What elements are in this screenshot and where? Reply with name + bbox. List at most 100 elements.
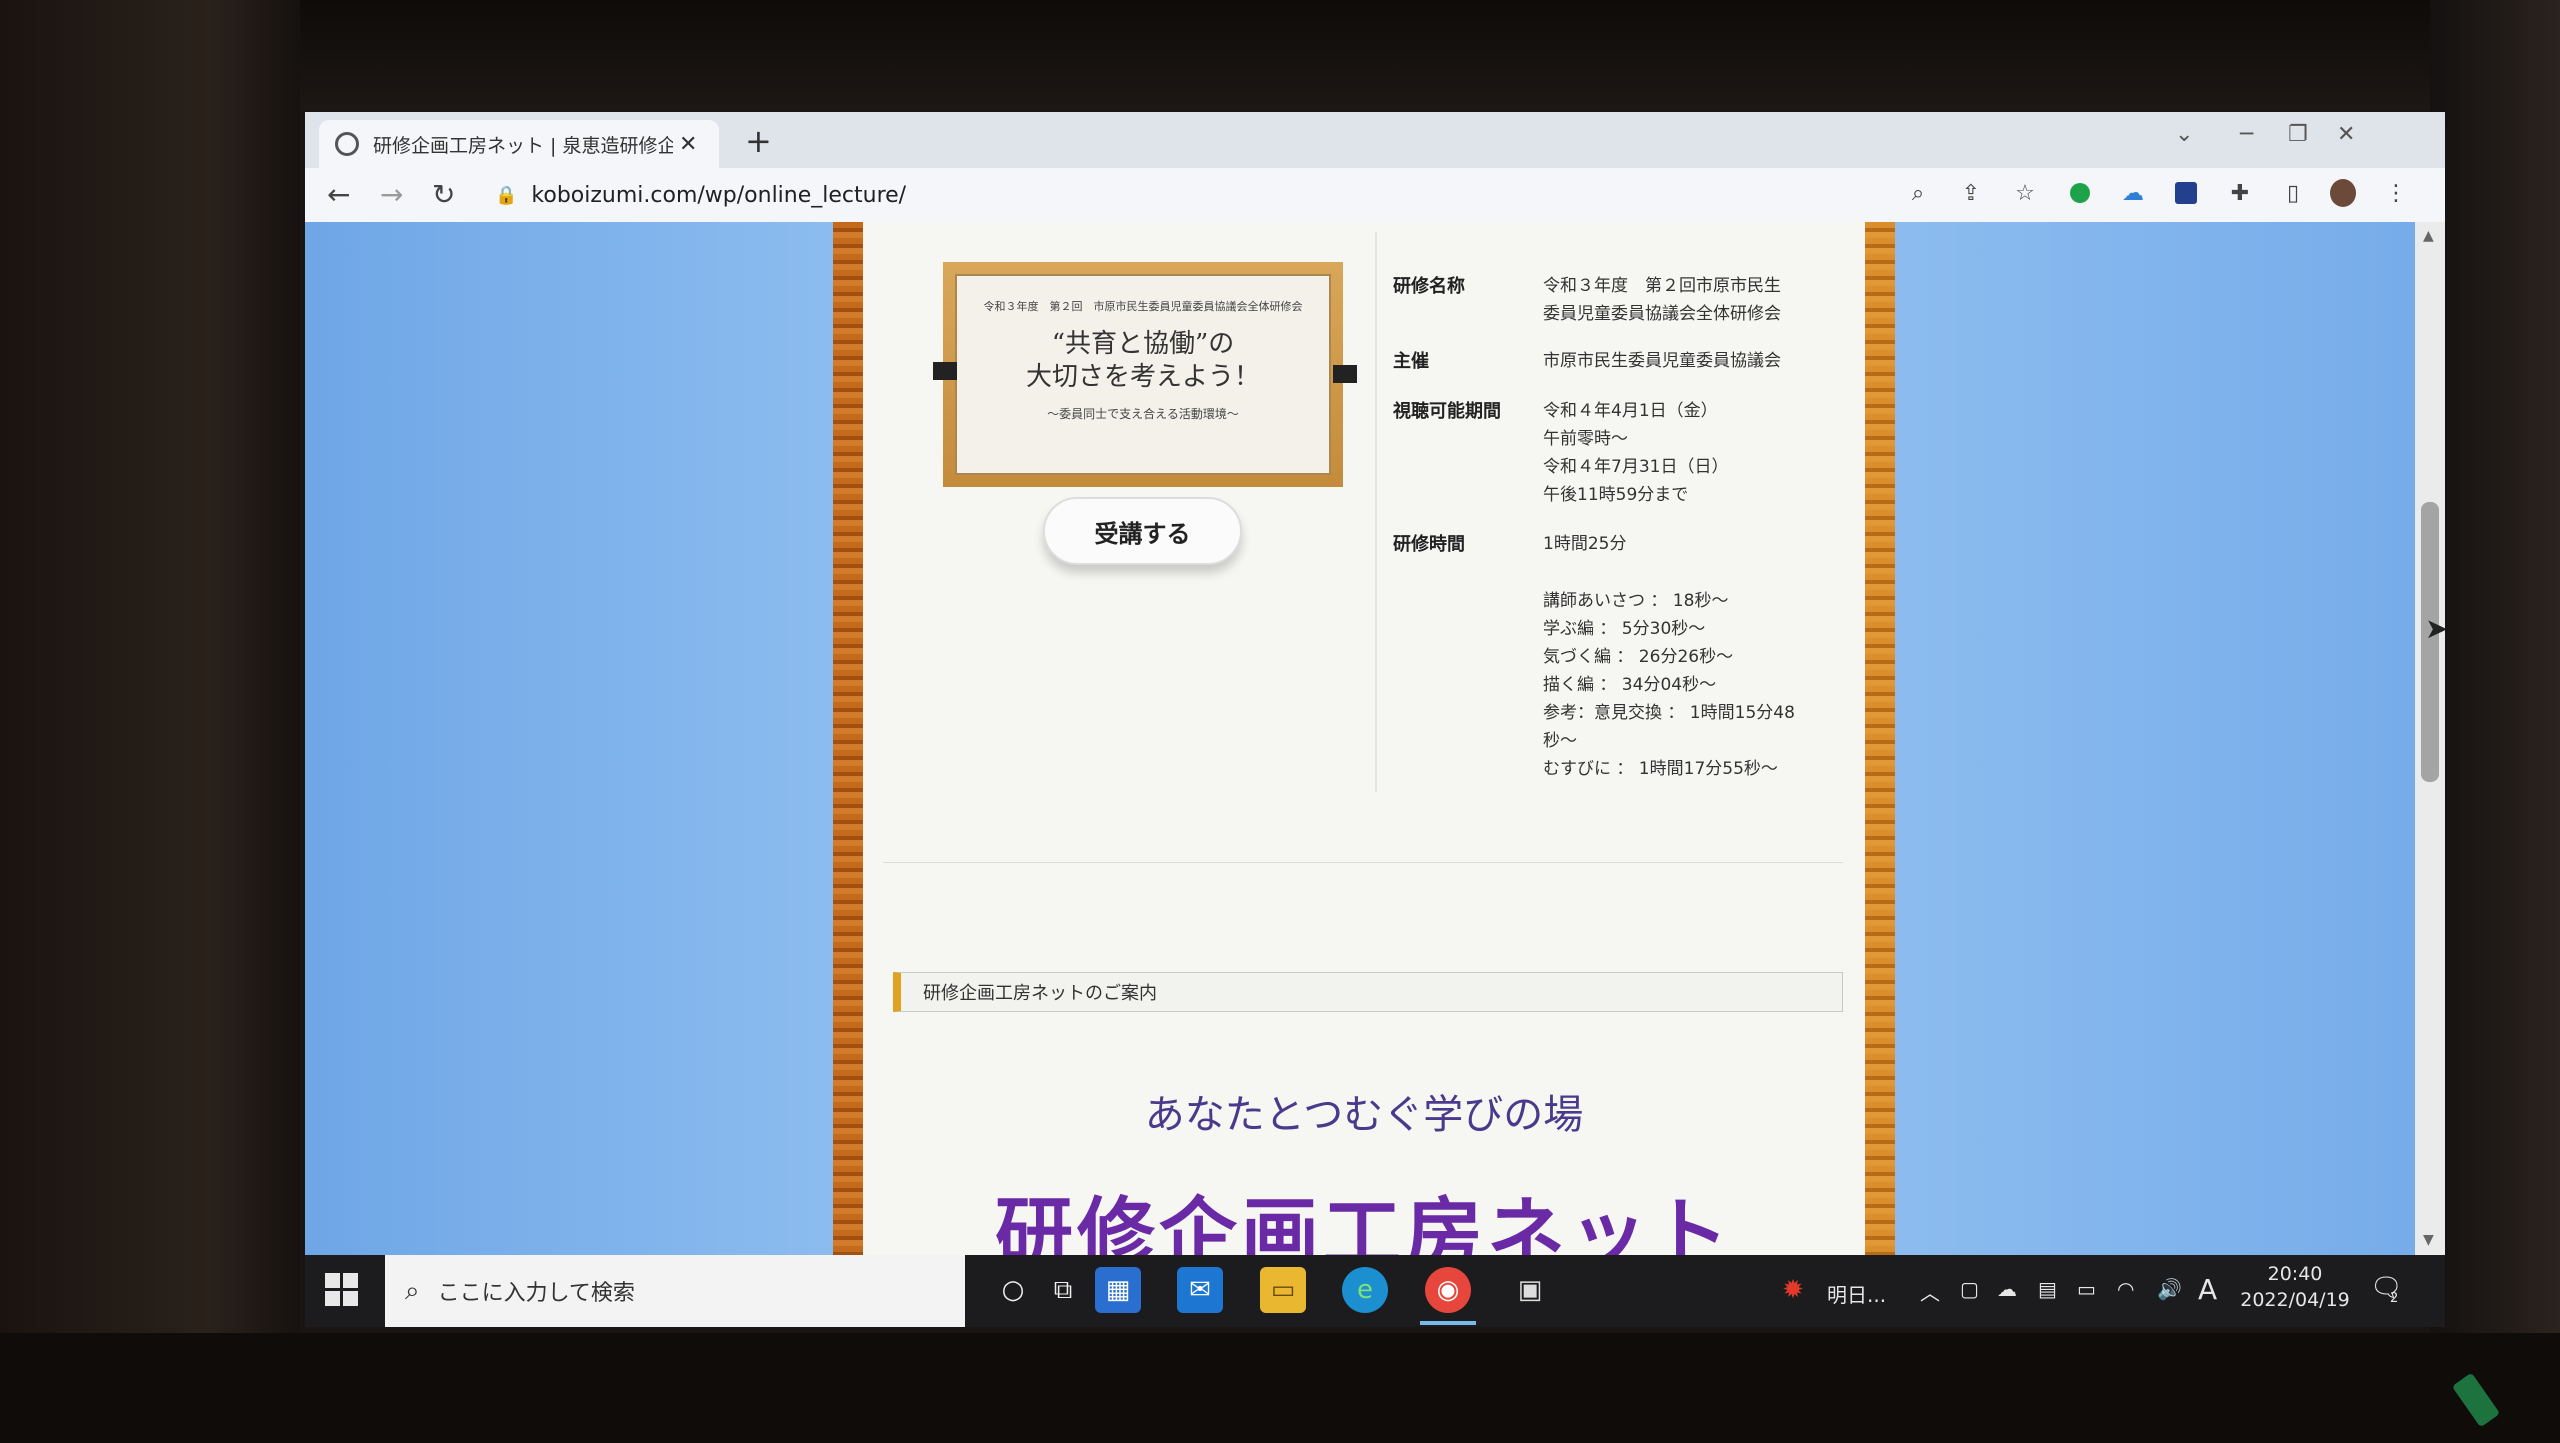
chapter-item: 参考：意見交換 ： 1時間15分48 (1543, 703, 1795, 723)
network-display-icon[interactable]: ▤ (2038, 1277, 2057, 1301)
zoom-icon[interactable]: ⌕ (1905, 180, 1931, 206)
search-icon: ⌕ (405, 1275, 420, 1306)
wood-frame-left (833, 222, 863, 1255)
course-name-value: 令和３年度 第２回市原市民生 委員児童委員協議会全体研修会 (1543, 272, 1823, 328)
tab-title: 研修企画工房ネット | 泉恵造研修企画 (373, 134, 673, 157)
chapter-list: 講師あいさつ ： 18秒〜 学ぶ編 ： 5分30秒〜 気づく編 ： 26分26秒… (1543, 587, 1823, 783)
duration-label: 研修時間 (1393, 534, 1465, 555)
wifi-icon[interactable]: ◠ (2117, 1277, 2134, 1301)
mail-icon[interactable]: ✉ (1177, 1267, 1223, 1313)
poster-title-line2: 大切さを考えよう！ (1025, 361, 1260, 392)
restore-icon[interactable]: ❐ (2288, 122, 2308, 147)
globe-icon (335, 132, 359, 156)
close-tab-icon[interactable]: ✕ (679, 132, 697, 157)
monitor-bezel-top (0, 0, 2560, 110)
content-panel: 令和３年度 第２回 市原市民生委員児童委員協議会全体研修会 “共育と協働”の 大… (863, 222, 1865, 1255)
ime-indicator[interactable]: A (2198, 1273, 2217, 1306)
volume-icon[interactable]: 🔊 (2157, 1277, 2182, 1301)
extension-green-icon[interactable] (2067, 180, 2093, 206)
bookmark-star-icon[interactable]: ☆ (2012, 180, 2038, 206)
site-title: 研修企画工房ネット (994, 1189, 1733, 1255)
clock-time: 20:40 (2267, 1263, 2323, 1285)
web-page: 令和３年度 第２回 市原市民生委員児童委員協議会全体研修会 “共育と協働”の 大… (305, 222, 2445, 1255)
period-line3: 令和４年7月31日（日） (1543, 457, 1729, 477)
reload-icon[interactable]: ↻ (432, 178, 455, 211)
extensions-puzzle-icon[interactable]: ✚ (2227, 180, 2253, 206)
course-name-label: 研修名称 (1393, 276, 1465, 297)
side-panel-icon[interactable]: ▯ (2280, 180, 2306, 206)
clock-date: 2022/04/19 (2240, 1289, 2350, 1311)
minimize-icon[interactable]: ─ (2240, 122, 2253, 147)
scroll-up-arrow-icon[interactable]: ▲ (2423, 228, 2434, 244)
screen: 研修企画工房ネット | 泉恵造研修企画 ✕ + ⌄ ─ ❐ ✕ ← → ↻ 🔒 … (305, 112, 2445, 1327)
battery-icon[interactable]: ▭ (2077, 1277, 2096, 1301)
camera-icon[interactable]: ▣ (1507, 1267, 1553, 1313)
lock-icon: 🔒 (495, 184, 518, 206)
chapter-item: むすびに ： 1時間17分55秒〜 (1543, 759, 1778, 779)
organizer-label: 主催 (1393, 351, 1429, 372)
organizer-value: 市原市民生委員児童委員協議会 (1543, 351, 1781, 371)
windows-start-icon[interactable] (325, 1273, 359, 1307)
lecture-thumbnail[interactable]: 令和３年度 第２回 市原市民生委員児童委員協議会全体研修会 “共育と協働”の 大… (943, 262, 1343, 487)
period-line4: 午後11時59分まで (1543, 485, 1689, 505)
meet-icon[interactable]: ▢ (1960, 1277, 1979, 1301)
tab-search-icon[interactable]: ⌄ (2175, 122, 2193, 147)
poster-title-line1: “共育と協働”の (1051, 329, 1235, 359)
enroll-button[interactable]: 受講する (1043, 497, 1242, 565)
url-text: koboizumi.com/wp/online_lecture/ (531, 182, 907, 208)
divider (883, 862, 1843, 863)
share-icon[interactable]: ⇪ (1958, 180, 1984, 206)
page-scrollbar[interactable]: ▲ ▼ (2415, 222, 2445, 1255)
viewing-period-label: 視聴可能期間 (1393, 401, 1501, 422)
period-line2: 午前零時〜 (1543, 429, 1628, 449)
weather-sun-icon[interactable]: ✹ (1770, 1267, 1816, 1313)
task-view-icon[interactable]: ⧉ (1040, 1267, 1086, 1313)
active-app-indicator (1420, 1321, 1476, 1325)
frame-clip-right (1333, 365, 1357, 383)
file-explorer-icon[interactable]: ▭ (1260, 1267, 1306, 1313)
browser-toolbar: ← → ↻ 🔒 koboizumi.com/wp/online_lecture/… (305, 168, 2445, 223)
viewing-period-value: 令和４年4月1日（金） 午前零時〜 令和４年7月31日（日） 午後11時59分ま… (1543, 397, 1823, 509)
monitor-bezel-left (0, 0, 300, 1443)
course-name-line2: 委員児童委員協議会全体研修会 (1543, 304, 1781, 324)
cortana-icon[interactable]: ○ (990, 1267, 1036, 1313)
column-divider (1375, 232, 1377, 792)
poster-subtitle: 〜委員同士で支え合える活動環境〜 (1047, 407, 1239, 421)
taskbar: ⌕ ここに入力して検索 ○ ⧉ ▦ ✉ ▭ e ◉ ▣ ✹ 明日... ︿ ▢ … (305, 1255, 2445, 1327)
background-right (1895, 222, 2415, 1255)
period-line1: 令和４年4月1日（金） (1543, 401, 1718, 421)
notification-count: 2 (2390, 1291, 2399, 1306)
frame-clip-left (933, 362, 957, 380)
forward-icon[interactable]: → (380, 178, 403, 211)
store-icon[interactable]: ▦ (1095, 1267, 1141, 1313)
edge-icon[interactable]: e (1342, 1267, 1388, 1313)
section-heading: 研修企画工房ネットのご案内 (893, 972, 1843, 1012)
cloud-extension-icon[interactable]: ☁ (2120, 180, 2146, 206)
address-bar[interactable]: 🔒 koboizumi.com/wp/online_lecture/ (495, 175, 2195, 215)
tab-strip: 研修企画工房ネット | 泉恵造研修企画 ✕ + ⌄ ─ ❐ ✕ (305, 112, 2445, 168)
chapter-item: 気づく編 ： 26分26秒〜 (1543, 647, 1734, 667)
clock[interactable]: 20:40 2022/04/19 (2240, 1263, 2350, 1311)
new-tab-button[interactable]: + (745, 122, 772, 160)
weather-text[interactable]: 明日... (1827, 1279, 1886, 1308)
browser-tab[interactable]: 研修企画工房ネット | 泉恵造研修企画 ✕ (319, 120, 719, 168)
monitor-bezel-right (2430, 0, 2560, 1443)
chrome-icon[interactable]: ◉ (1425, 1267, 1471, 1313)
tray-chevron-icon[interactable]: ︿ (1920, 1277, 1940, 1306)
back-icon[interactable]: ← (327, 178, 350, 211)
scroll-down-arrow-icon[interactable]: ▼ (2423, 1232, 2434, 1248)
onedrive-icon[interactable]: ☁ (1997, 1277, 2017, 1301)
background-left (305, 222, 833, 1255)
chapter-item: 描く編 ： 34分04秒〜 (1543, 675, 1717, 695)
site-tagline: あなたとつむぐ学びの場 (1144, 1092, 1584, 1138)
poster-title: “共育と協働”の 大切さを考えよう！ (957, 328, 1329, 393)
duration-value: 1時間25分 (1543, 534, 1627, 554)
menu-kebab-icon[interactable]: ⋮ (2383, 180, 2409, 206)
close-window-icon[interactable]: ✕ (2337, 122, 2355, 147)
translate-extension-icon[interactable] (2173, 180, 2199, 206)
poster-header: 令和３年度 第２回 市原市民生委員児童委員協議会全体研修会 (983, 300, 1303, 313)
taskbar-search[interactable]: ⌕ ここに入力して検索 (385, 1255, 965, 1327)
search-placeholder: ここに入力して検索 (437, 1281, 635, 1306)
profile-avatar[interactable] (2330, 179, 2356, 207)
monitor-bezel-bottom (0, 1333, 2560, 1443)
